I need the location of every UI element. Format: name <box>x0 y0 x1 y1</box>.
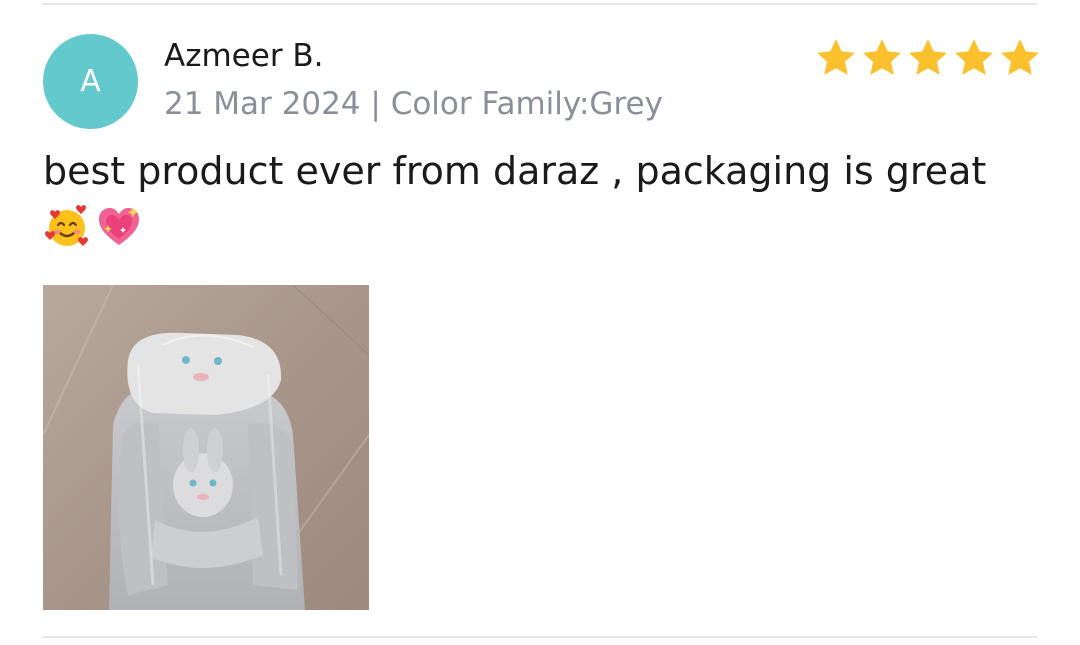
star-rating <box>814 36 1042 80</box>
star-icon <box>863 39 901 75</box>
baby-bouncer-photo-icon <box>43 285 369 610</box>
star-icon <box>1001 39 1039 75</box>
avatar: A <box>43 34 138 129</box>
review-photo[interactable] <box>43 285 369 610</box>
review-text: best product ever from daraz , packaging… <box>43 149 987 193</box>
review-emojis <box>43 203 143 251</box>
star-icon <box>909 39 947 75</box>
top-divider <box>42 3 1037 5</box>
avatar-initial: A <box>80 64 101 99</box>
smiling-face-with-hearts-icon <box>45 205 88 246</box>
reviewer-name: Azmeer B. <box>164 38 324 74</box>
review-date-variant: 21 Mar 2024 | Color Family:Grey <box>164 86 663 122</box>
star-icon <box>817 39 855 75</box>
star-icon <box>955 39 993 75</box>
sparkling-heart-icon <box>99 207 139 245</box>
bottom-divider <box>42 636 1037 638</box>
